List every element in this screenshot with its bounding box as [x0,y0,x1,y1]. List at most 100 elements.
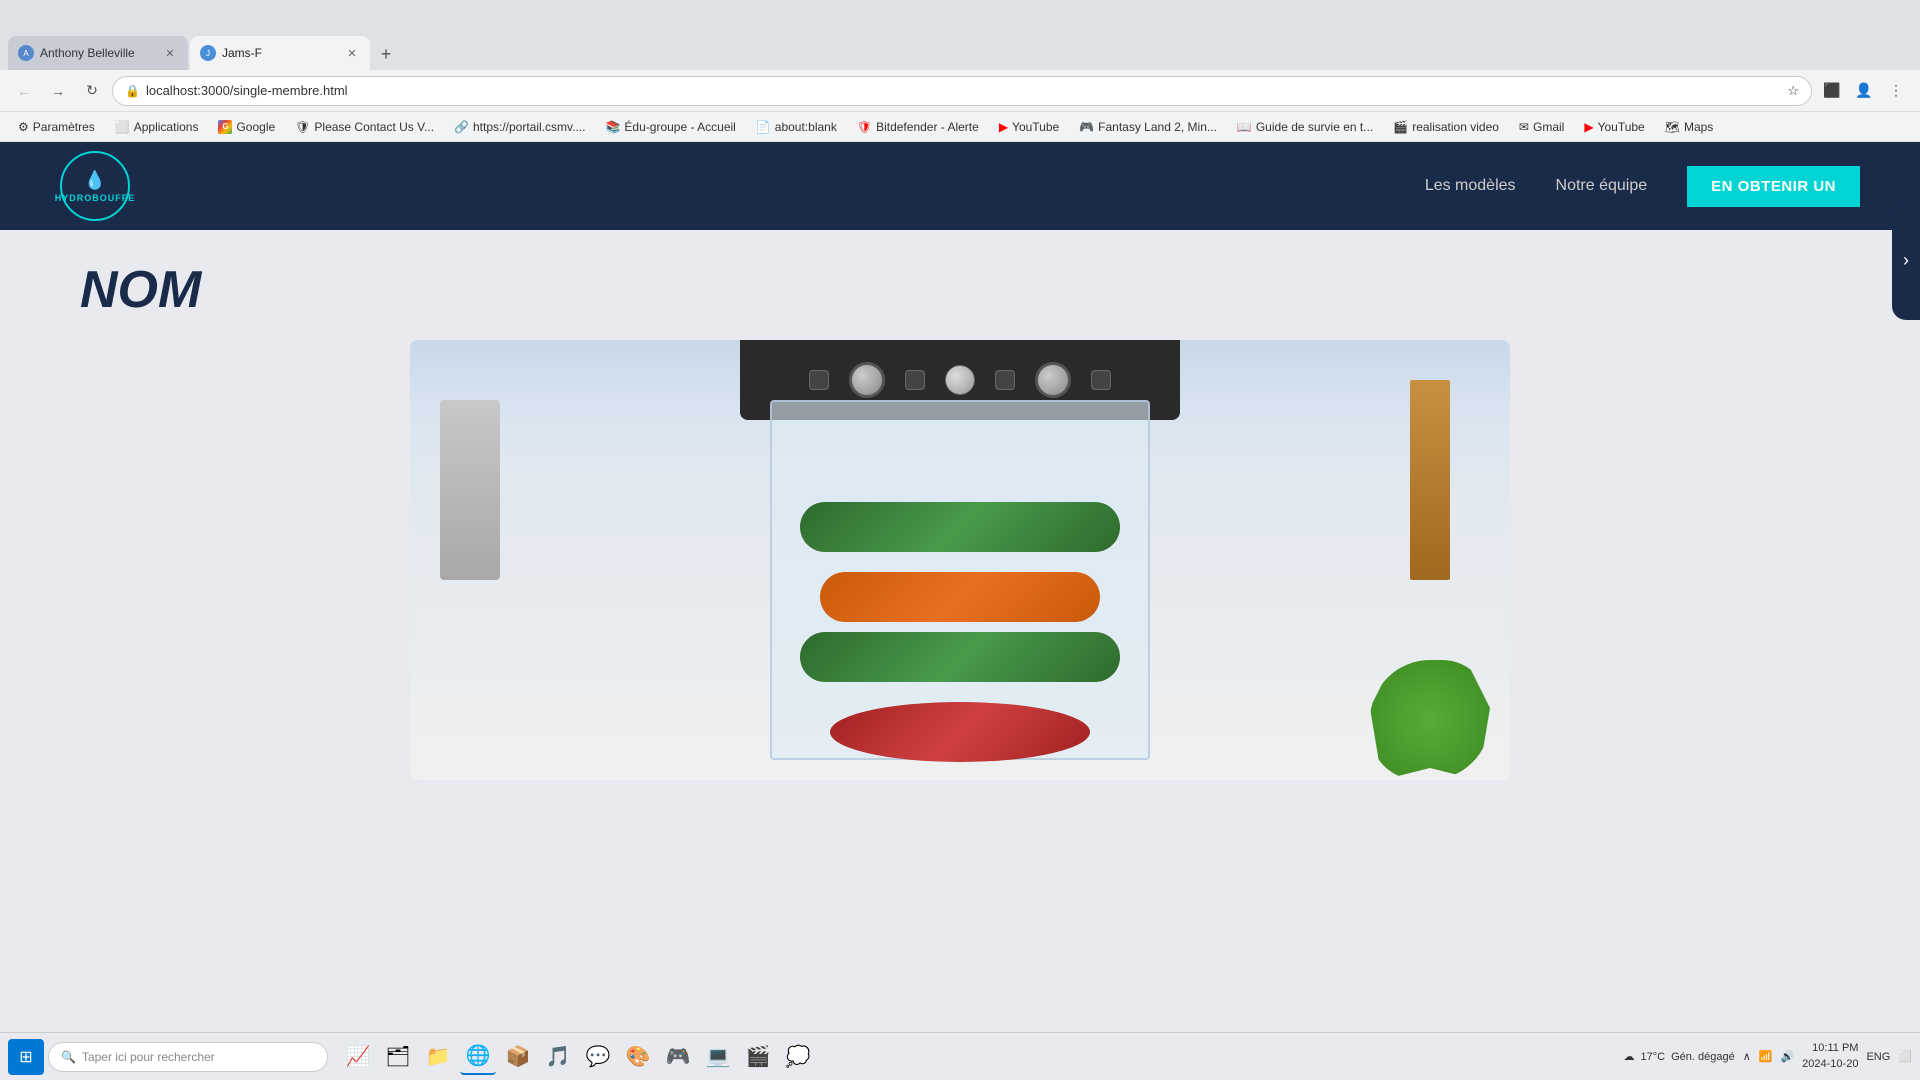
logo-drop-icon: 💧 [84,170,106,191]
bookmark-fantasy[interactable]: 🎮 Fantasy Land 2, Min... [1071,118,1225,136]
bookmark-parametres[interactable]: ⚙ Paramètres [10,118,103,136]
bookmarks-bar: ⚙ Paramètres ⬜ Applications G Google 🛡 P… [0,112,1920,142]
bookmark-icon-edu: 📚 [605,120,620,134]
control-knob-1 [849,362,885,398]
taskbar-notification[interactable]: ⬜ [1898,1050,1912,1063]
site-nav-links: Les modèles Notre équipe EN OBTENIR UN [1425,166,1860,207]
taskbar-app-code[interactable]: 💻 [700,1039,736,1075]
taskbar-app-task-view[interactable]: 🗂 [380,1039,416,1075]
tab-title-2: Jams-F [222,46,338,60]
browser-window: A Anthony Belleville ✕ J Jams-F ✕ + ← → … [0,0,1920,1080]
refresh-button[interactable]: ↻ [78,77,106,105]
taskbar: ⊞ 🔍 Taper ici pour rechercher 📈 🗂 📁 🌐 📦 … [0,1032,1920,1080]
hero-image [410,340,1510,780]
logo-circle: 💧 HYDROBOUFFE [60,151,130,221]
taskbar-app-browser[interactable]: 🌐 [460,1039,496,1075]
vegetable-cucumber-top [800,502,1120,552]
bookmark-gmail[interactable]: ✉ Gmail [1511,118,1572,136]
taskbar-app-discord[interactable]: 💭 [780,1039,816,1075]
bookmark-applications[interactable]: ⬜ Applications [107,118,207,136]
nav-link-equipe[interactable]: Notre équipe [1556,177,1648,195]
bookmark-label-realisation: realisation video [1412,120,1499,134]
bookmark-icon-contact: 🛡 [295,120,310,134]
bookmark-maps[interactable]: 🗺 Maps [1657,118,1722,136]
cta-button[interactable]: EN OBTENIR UN [1687,166,1860,207]
kitchen-container-left [440,400,500,580]
taskbar-chevron-up[interactable]: ∧ [1743,1050,1751,1063]
bookmark-youtube-2[interactable]: ▶ YouTube [1576,118,1652,136]
url-text: localhost:3000/single-membre.html [146,83,1781,98]
bookmark-about[interactable]: 📄 about:blank [748,118,845,136]
bookmark-icon-maps: 🗺 [1665,120,1680,134]
windows-start-button[interactable]: ⊞ [8,1039,44,1075]
bookmark-icon-youtube-2: ▶ [1584,120,1593,134]
bookmark-label-google: Google [236,120,275,134]
scroll-hint-button[interactable]: › [1892,200,1920,320]
taskbar-language: ENG [1866,1051,1890,1063]
bookmark-icon-about: 📄 [756,120,771,134]
taskbar-network-icon: 📶 [1759,1050,1773,1063]
new-tab-button[interactable]: + [372,40,400,68]
tab-close-1[interactable]: ✕ [162,45,178,61]
logo-text: HYDROBOUFFE [55,193,136,203]
bookmark-realisation[interactable]: 🎬 realisation video [1385,118,1507,136]
bookmark-label-parametres: Paramètres [33,120,95,134]
taskbar-right: ☁ 17°C Gén. dégagé ∧ 📶 🔊 10:11 PM 2024-1… [1624,1041,1913,1072]
taskbar-weather-text: Gén. dégagé [1671,1051,1735,1063]
taskbar-app-media[interactable]: 🎬 [740,1039,776,1075]
website-content: 💧 HYDROBOUFFE Les modèles Notre équipe E… [0,142,1920,1080]
site-main: NOM [0,230,1920,1080]
bookmark-icon-bitdefender: 🛡 [857,120,872,134]
taskbar-app-game[interactable]: 🎮 [660,1039,696,1075]
bookmark-label-gmail: Gmail [1533,120,1564,134]
tab-bar: A Anthony Belleville ✕ J Jams-F ✕ + [0,32,1920,70]
bookmark-icon-gmail: ✉ [1519,120,1529,134]
dehydrator-body [770,400,1150,760]
taskbar-search-box[interactable]: 🔍 Taper ici pour rechercher [48,1042,328,1072]
taskbar-app-folder[interactable]: 📁 [420,1039,456,1075]
forward-button[interactable]: → [44,77,72,105]
toolbar-right: ⬛ 👤 ⋮ [1818,77,1910,105]
bookmark-label-about: about:blank [775,120,837,134]
bookmark-label-portail: https://portail.csmv.... [473,120,585,134]
taskbar-time: 10:11 PM [1802,1041,1858,1056]
bookmark-google[interactable]: G Google [210,118,283,136]
back-button[interactable]: ← [10,77,38,105]
bookmark-edu[interactable]: 📚 Édu-groupe - Accueil [597,118,743,136]
tab-anthony-belleville[interactable]: A Anthony Belleville ✕ [8,36,188,70]
toolbar: ← → ↻ 🔒 localhost:3000/single-membre.htm… [0,70,1920,112]
bookmark-bitdefender[interactable]: 🛡 Bitdefender - Alerte [849,118,987,136]
tab-jams-f[interactable]: J Jams-F ✕ [190,36,370,70]
menu-button[interactable]: ⋮ [1882,77,1910,105]
bookmark-label-contact: Please Contact Us V... [314,120,434,134]
taskbar-app-store[interactable]: 📦 [500,1039,536,1075]
extensions-button[interactable]: ⬛ [1818,77,1846,105]
vegetable-cucumber-bottom [800,632,1120,682]
nav-link-modeles[interactable]: Les modèles [1425,177,1516,195]
control-btn-4 [995,370,1015,390]
taskbar-apps: 📈 🗂 📁 🌐 📦 🎵 💬 🎨 🎮 💻 🎬 💭 [340,1039,1620,1075]
taskbar-app-chart[interactable]: 📈 [340,1039,376,1075]
tab-close-2[interactable]: ✕ [344,45,360,61]
bookmark-icon-applications: ⬜ [115,120,130,134]
taskbar-app-teams[interactable]: 💬 [580,1039,616,1075]
title-bar [0,0,1920,32]
taskbar-clock[interactable]: 10:11 PM 2024-10-20 [1802,1041,1858,1072]
taskbar-volume-icon[interactable]: 🔊 [1780,1050,1794,1063]
kitchen-item-right [1410,380,1450,580]
taskbar-app-music[interactable]: 🎵 [540,1039,576,1075]
bookmark-icon-parametres: ⚙ [18,120,29,134]
taskbar-app-paint[interactable]: 🎨 [620,1039,656,1075]
address-bar[interactable]: 🔒 localhost:3000/single-membre.html ☆ [112,76,1812,106]
bookmark-youtube-1[interactable]: ▶ YouTube [991,118,1067,136]
bookmark-star-icon[interactable]: ☆ [1787,83,1799,99]
bookmark-portail[interactable]: 🔗 https://portail.csmv.... [446,118,593,136]
profile-button[interactable]: 👤 [1850,77,1878,105]
search-icon: 🔍 [61,1050,76,1064]
site-logo[interactable]: 💧 HYDROBOUFFE [60,151,130,221]
control-knob-2 [1035,362,1071,398]
taskbar-weather-icon: ☁ [1624,1050,1635,1063]
bookmark-guide[interactable]: 📖 Guide de survie en t... [1229,118,1381,136]
bookmark-label-edu: Édu-groupe - Accueil [624,120,735,134]
bookmark-please-contact[interactable]: 🛡 Please Contact Us V... [287,118,442,136]
